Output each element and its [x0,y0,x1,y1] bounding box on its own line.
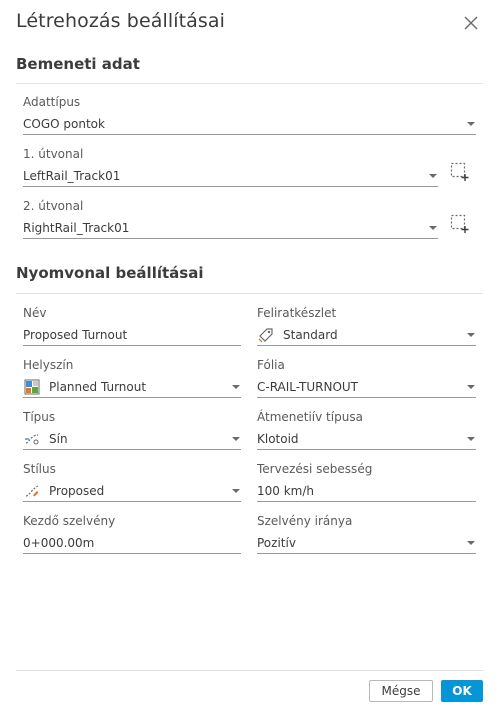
data-type-label: Adattípus [23,95,81,109]
label-set-value: Standard [283,327,338,342]
section-divider [16,293,483,294]
type-dropdown[interactable]: Sín [23,428,241,450]
start-station-value: 0+000.00m [23,535,95,550]
ok-button[interactable]: OK [441,680,483,702]
chevron-down-icon [467,384,475,389]
station-direction-value: Pozitív [257,535,296,550]
path2-label: 2. útvonal [23,199,84,213]
style-value: Proposed [49,483,105,498]
transition-type-label: Átmenetiív típusa [257,410,363,424]
dialog-title: Létrehozás beállításai [16,10,226,32]
style-label: Stílus [23,462,56,476]
chevron-down-icon [429,225,437,230]
transition-type-dropdown[interactable]: Klotoid [257,428,476,450]
path2-value: RightRail_Track01 [23,220,130,235]
create-settings-dialog: Létrehozás beállításai Bemeneti adat Ada… [0,0,499,719]
chevron-down-icon [467,436,475,441]
start-station-input[interactable]: 0+000.00m [23,532,241,554]
name-label: Név [23,306,47,320]
site-icon [23,379,41,395]
rail-type-icon [23,431,41,447]
path1-dropdown[interactable]: LeftRail_Track01 [23,165,438,187]
select-in-drawing-icon[interactable] [450,214,470,234]
layer-label: Fólia [257,358,285,372]
chevron-down-icon [467,540,475,545]
label-set-label: Feliratkészlet [257,306,337,320]
label-set-dropdown[interactable]: Standard [257,324,476,346]
transition-type-value: Klotoid [257,431,299,446]
chevron-down-icon [232,384,240,389]
type-label: Típus [23,410,56,424]
track-section-title: Nyomvonal beállításai [16,264,204,282]
style-dropdown[interactable]: Proposed [23,480,241,502]
site-value: Planned Turnout [49,379,147,394]
chevron-down-icon [429,173,437,178]
site-label: Helyszín [23,358,74,372]
chevron-down-icon [467,332,475,337]
select-in-drawing-icon[interactable] [450,162,470,182]
data-type-dropdown[interactable]: COGO pontok [23,113,476,135]
section-divider [16,83,483,84]
design-speed-input[interactable]: 100 km/h [257,480,476,502]
close-icon[interactable] [462,14,480,32]
label-set-icon [257,327,275,343]
chevron-down-icon [232,488,240,493]
site-dropdown[interactable]: Planned Turnout [23,376,241,398]
name-value: Proposed Turnout [23,327,128,342]
station-direction-label: Szelvény iránya [257,514,353,528]
name-input[interactable]: Proposed Turnout [23,324,241,346]
layer-value: C-RAIL-TURNOUT [257,379,358,394]
footer-divider [16,670,483,671]
layer-dropdown[interactable]: C-RAIL-TURNOUT [257,376,476,398]
start-station-label: Kezdő szelvény [23,514,116,528]
path1-label: 1. útvonal [23,147,84,161]
chevron-down-icon [232,436,240,441]
input-section-title: Bemeneti adat [16,55,140,73]
design-speed-value: 100 km/h [257,483,315,498]
design-speed-label: Tervezési sebesség [257,462,373,476]
path1-value: LeftRail_Track01 [23,168,121,183]
path2-dropdown[interactable]: RightRail_Track01 [23,217,438,239]
style-icon [23,483,41,499]
chevron-down-icon [467,121,475,126]
cancel-button[interactable]: Mégse [369,680,433,702]
type-value: Sín [49,431,68,446]
station-direction-dropdown[interactable]: Pozitív [257,532,476,554]
data-type-value: COGO pontok [23,116,105,131]
